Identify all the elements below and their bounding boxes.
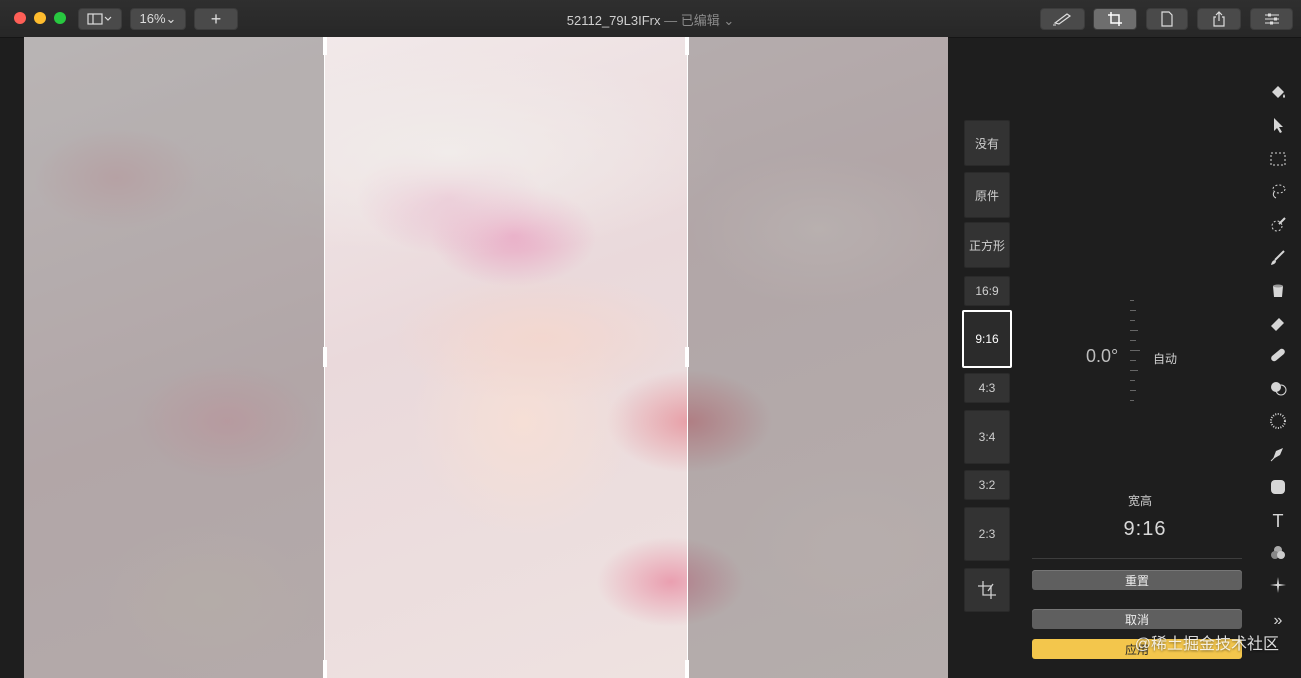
watermark-text: @稀土掘金技术社区 — [1134, 636, 1279, 653]
tool-shape[interactable] — [1262, 474, 1294, 500]
quick-select-icon — [1271, 217, 1286, 232]
crop-dim-right — [688, 37, 948, 678]
annotate-button[interactable] — [1040, 8, 1085, 30]
title-bar: 16%⌄ + 52112_79L3IFrx — 已编辑 ⌄ — [0, 0, 1301, 38]
rotation-dial[interactable] — [1130, 300, 1142, 410]
reset-button[interactable]: 重置 — [1032, 570, 1242, 590]
tool-select[interactable] — [1262, 112, 1294, 138]
custom-crop-icon — [978, 581, 996, 599]
share-icon — [1213, 11, 1225, 27]
image-canvas[interactable] — [24, 37, 948, 678]
sliders-icon — [1264, 13, 1279, 25]
crop-handle-top-left[interactable] — [323, 37, 327, 55]
tool-heal[interactable] — [1262, 342, 1294, 368]
tool-text[interactable]: T — [1262, 508, 1294, 534]
tool-eraser[interactable] — [1262, 310, 1294, 336]
text-icon: T — [1272, 510, 1284, 531]
tool-effects[interactable] — [1262, 572, 1294, 598]
adjust-button[interactable] — [1250, 8, 1293, 30]
marquee-icon — [1270, 152, 1286, 166]
rounded-square-icon — [1271, 480, 1285, 494]
aspect-label: 宽高 — [1127, 494, 1152, 508]
tool-lasso[interactable] — [1262, 178, 1294, 204]
ratio-none-button[interactable]: 没有 — [964, 120, 1010, 166]
pen-nib-icon — [1270, 448, 1283, 462]
crop-frame[interactable] — [323, 37, 689, 678]
tool-color-adjust[interactable] — [1262, 540, 1294, 566]
tool-clone[interactable] — [1262, 375, 1294, 401]
tool-paint[interactable] — [1262, 78, 1294, 104]
bandage-icon — [1271, 348, 1285, 362]
rotation-angle: 0.0° — [1086, 346, 1119, 366]
share-button[interactable] — [1197, 8, 1241, 30]
color-circles-icon — [1271, 546, 1285, 559]
page-icon — [1161, 11, 1173, 27]
panel-divider — [1032, 558, 1242, 559]
ratio-3-2-button[interactable]: 3:2 — [964, 470, 1010, 500]
tool-pen[interactable] — [1262, 441, 1294, 467]
edited-status[interactable]: — 已编辑 ⌄ — [664, 13, 734, 28]
bucket-icon — [1273, 284, 1283, 297]
ratio-original-button[interactable]: 原件 — [964, 172, 1010, 218]
aspect-value: 9:16 — [1123, 518, 1167, 540]
lasso-icon — [1272, 184, 1286, 199]
document-button[interactable] — [1146, 8, 1188, 30]
crop-dim-left — [24, 37, 324, 678]
crop-handle-right[interactable] — [685, 347, 689, 367]
eraser-icon — [1271, 318, 1284, 331]
crop-icon — [1108, 12, 1122, 26]
ratio-9-16-button[interactable]: 9:16 — [962, 310, 1012, 368]
tool-brush[interactable] — [1262, 245, 1294, 271]
document-name: 52112_79L3IFrx — [566, 13, 661, 28]
custom-ratio-button[interactable] — [964, 568, 1010, 612]
brush-icon — [1271, 250, 1285, 265]
sparkle-icon — [1270, 577, 1286, 593]
clone-icon — [1271, 382, 1287, 396]
crop-handle-bottom-right[interactable] — [685, 660, 689, 678]
cancel-button[interactable]: 取消 — [1032, 609, 1242, 629]
ratio-square-button[interactable]: 正方形 — [964, 222, 1010, 268]
crop-mode-button[interactable] — [1093, 8, 1137, 30]
crop-handle-bottom-left[interactable] — [323, 660, 327, 678]
ratio-16-9-button[interactable]: 16:9 — [964, 276, 1010, 306]
tool-blur[interactable] — [1262, 408, 1294, 434]
ratio-3-4-button[interactable]: 3:4 — [964, 410, 1010, 464]
auto-straighten-button[interactable]: 自动 — [1153, 350, 1177, 367]
paint-bucket-icon — [1272, 86, 1285, 98]
tool-quick-select[interactable] — [1262, 212, 1294, 238]
tool-rect-select[interactable] — [1262, 146, 1294, 172]
blur-icon — [1270, 413, 1286, 429]
ratio-4-3-button[interactable]: 4:3 — [964, 373, 1010, 403]
ratio-2-3-button[interactable]: 2:3 — [964, 507, 1010, 561]
tool-fill[interactable] — [1262, 277, 1294, 303]
chevron-double-right-icon: » — [1273, 612, 1283, 629]
arrow-pointer-icon — [1274, 118, 1283, 133]
pen-icon — [1052, 13, 1071, 26]
crop-handle-top-right[interactable] — [685, 37, 689, 55]
crop-handle-left[interactable] — [323, 347, 327, 367]
